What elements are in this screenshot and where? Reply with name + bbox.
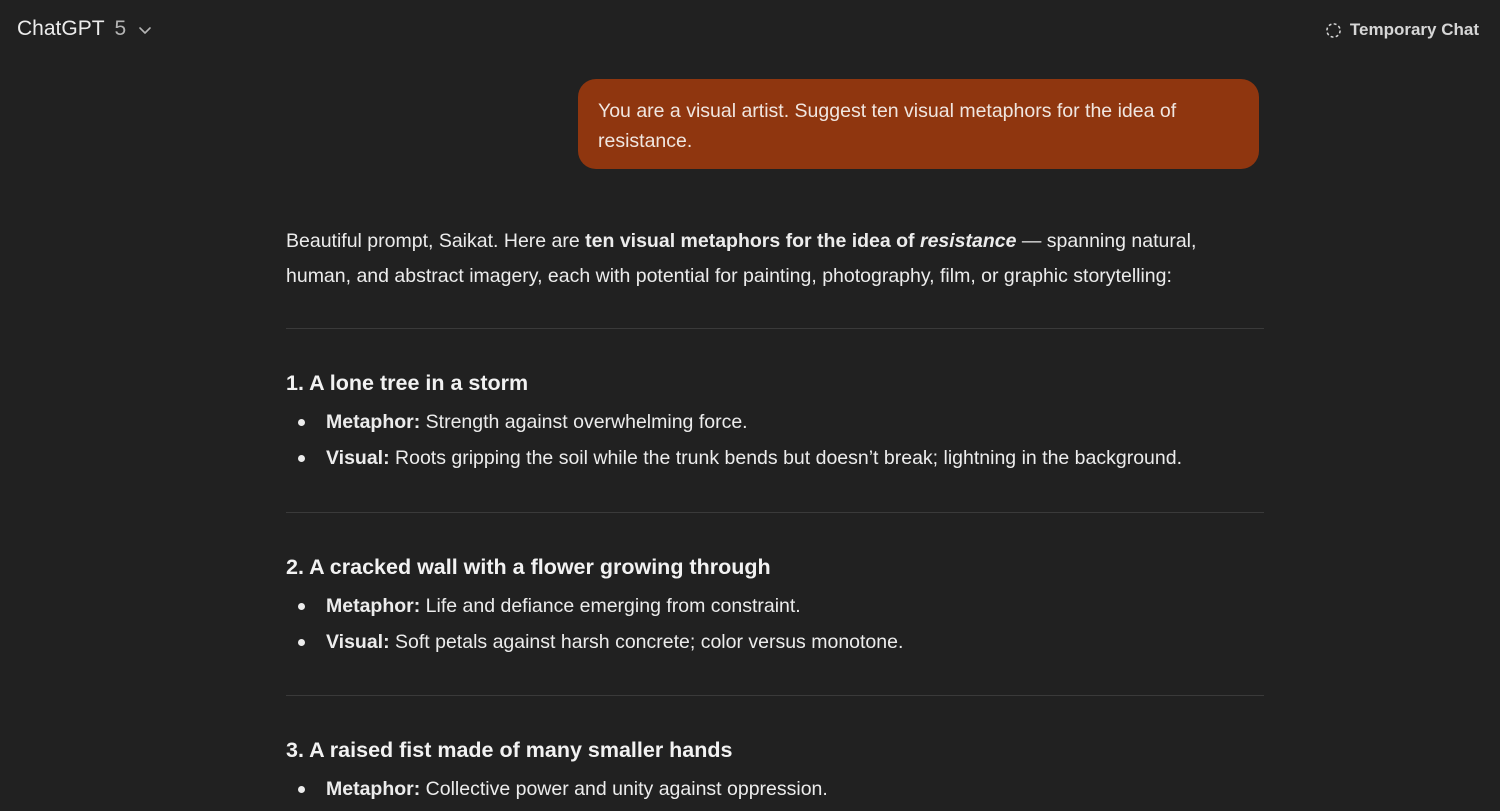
user-message-text: You are a visual artist. Suggest ten vis… [598, 100, 1177, 152]
bullet-label: Metaphor: [326, 778, 421, 800]
user-message-bubble: You are a visual artist. Suggest ten vis… [578, 79, 1259, 169]
bullet-item: Metaphor: Life and defiance emerging fro… [286, 588, 1266, 624]
header: ChatGPT 5 Temporary Chat [0, 0, 1500, 62]
item-title: 1. A lone tree in a storm [286, 371, 529, 395]
bullet-text: Roots gripping the soil while the trunk … [389, 447, 1183, 469]
bullet-item: Metaphor: Strength against overwhelming … [286, 404, 1266, 440]
section-divider [286, 695, 1264, 696]
bullet-label: Visual: [326, 447, 390, 469]
list-item: 2. A cracked wall with a flower growing … [286, 552, 1266, 660]
bullet-text: Strength against overwhelming force. [420, 411, 748, 433]
temporary-chat-label: Temporary Chat [1349, 20, 1479, 39]
bullet-label: Visual: [326, 631, 390, 653]
section-divider [286, 328, 1264, 329]
assistant-intro: Beautiful prompt, Saikat. Here are ten v… [286, 224, 1266, 294]
temporary-chat-button[interactable]: Temporary Chat [1325, 20, 1479, 40]
bullet-text: Collective power and unity against oppre… [420, 778, 828, 800]
bullet-item: Visual: Roots gripping the soil while th… [286, 440, 1266, 476]
intro-lead: Beautiful prompt, Saikat. Here are [286, 230, 586, 252]
list-item: 1. A lone tree in a storm Metaphor: Stre… [286, 368, 1266, 476]
intro-bold: ten visual metaphors for the idea of [585, 230, 920, 252]
item-bullets: Metaphor: Strength against overwhelming … [286, 404, 1266, 476]
bullet-text: Life and defiance emerging from constrai… [420, 595, 801, 617]
assistant-message: Beautiful prompt, Saikat. Here are ten v… [286, 224, 1266, 800]
bullet-item: Metaphor: Collective power and unity aga… [286, 771, 1266, 807]
model-selector[interactable]: ChatGPT 5 [17, 17, 152, 41]
bullet-item: Visual: Soft petals against harsh concre… [286, 624, 1266, 660]
section-divider [286, 512, 1264, 513]
bullet-label: Metaphor: [326, 595, 421, 617]
list-item: 3. A raised fist made of many smaller ha… [286, 735, 1266, 807]
chat-app: ChatGPT 5 Temporary Chat You are a visua… [0, 0, 1500, 811]
model-name: ChatGPT [17, 17, 105, 40]
bullet-text: Soft petals against harsh concrete; colo… [389, 631, 904, 653]
item-title: 3. A raised fist made of many smaller ha… [286, 738, 733, 762]
chevron-down-icon [139, 27, 152, 34]
item-title: 2. A cracked wall with a flower growing … [286, 555, 771, 579]
model-version: 5 [114, 17, 127, 40]
bullet-label: Metaphor: [326, 411, 421, 433]
item-bullets: Metaphor: Life and defiance emerging fro… [286, 588, 1266, 660]
item-bullets: Metaphor: Collective power and unity aga… [286, 771, 1266, 807]
dashed-circle-icon [1326, 22, 1341, 38]
intro-bold-italic: resistance [919, 230, 1017, 252]
